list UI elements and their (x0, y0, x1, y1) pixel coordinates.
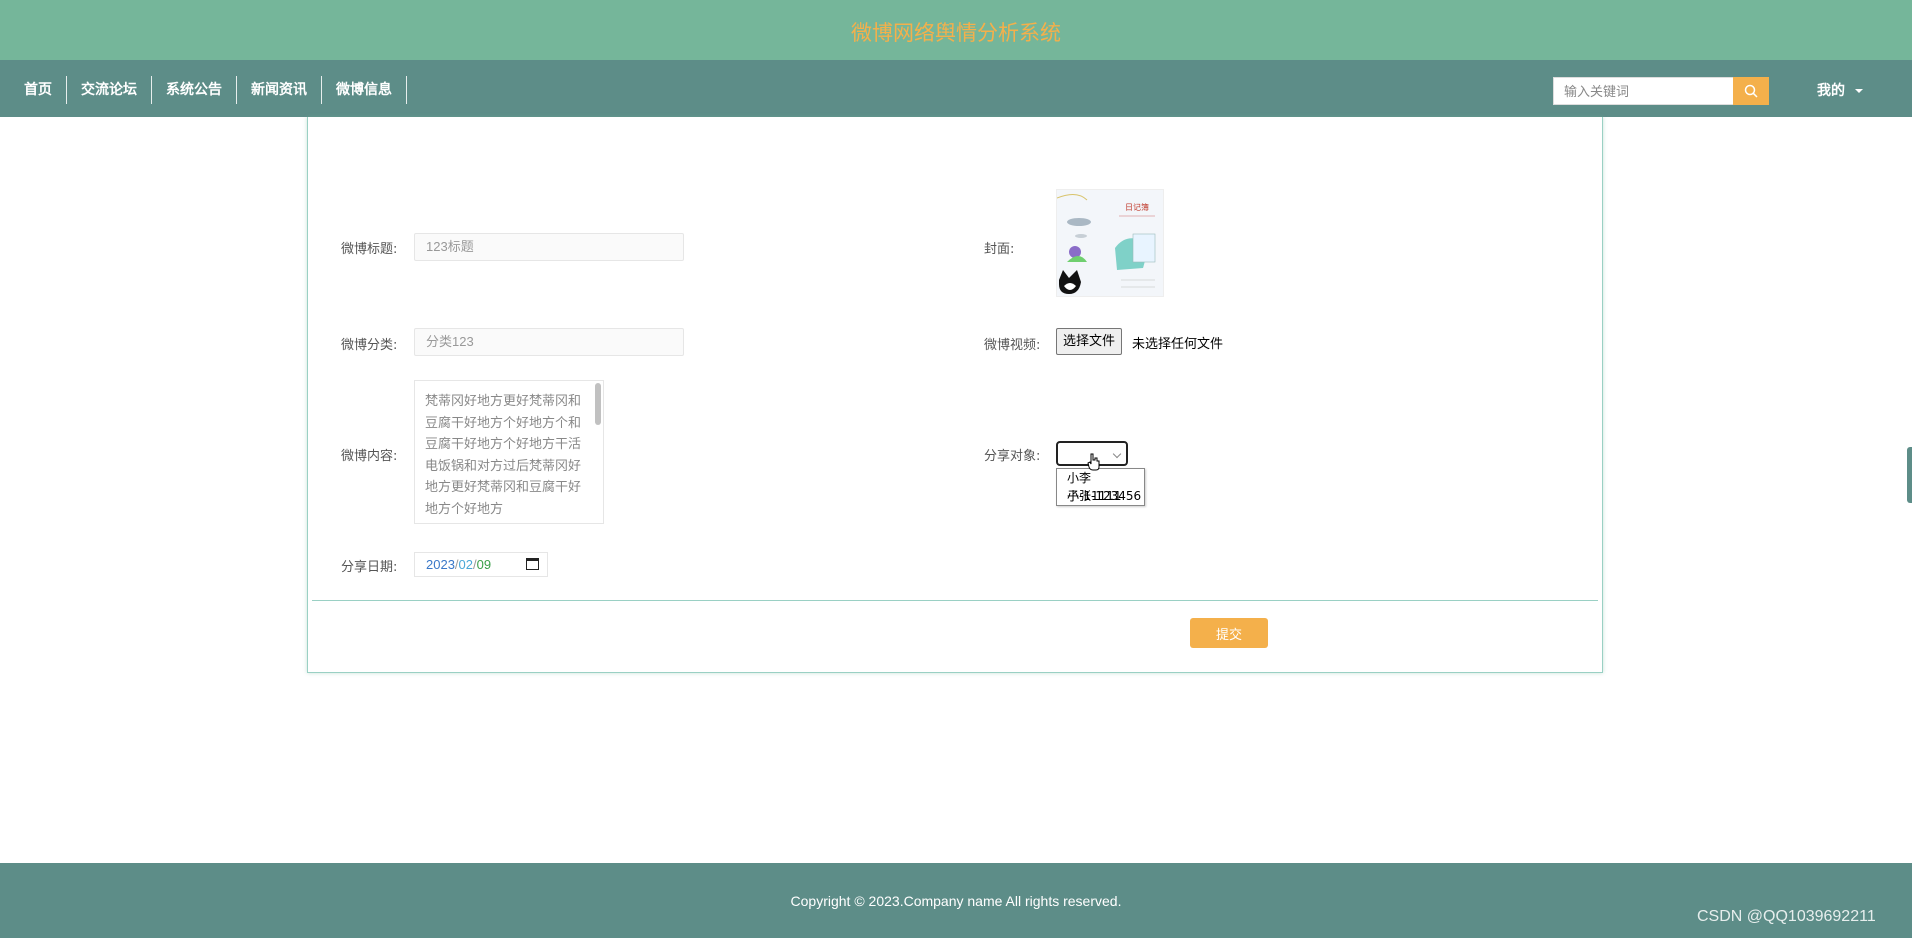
video-label: 微博视频: (984, 338, 1041, 353)
search-icon (1744, 84, 1758, 98)
share-target-label: 分享对象: (984, 449, 1041, 464)
search-button[interactable] (1733, 77, 1769, 105)
date-label: 分享日期: (341, 560, 398, 575)
category-label: 微博分类: (341, 338, 398, 353)
top-header: 微博网络舆情分析系统 (0, 0, 1912, 60)
share-target-dropdown: 小李子-11111 小张-123456 (1056, 468, 1145, 506)
nav-item-announcements[interactable]: 系统公告 (152, 76, 237, 104)
category-field[interactable]: 分类123 (414, 328, 684, 356)
watermark-text: CSDN @QQ1039692211 (1697, 908, 1876, 925)
nav-menu: 首页 交流论坛 系统公告 新闻资讯 微博信息 (10, 76, 407, 104)
date-year: 2023 (426, 557, 455, 572)
user-menu[interactable]: 我的 (1817, 80, 1863, 100)
page-scrollbar[interactable] (1907, 447, 1912, 503)
content-text: 梵蒂冈好地方更好梵蒂冈和豆腐干好地方个好地方个和豆腐干好地方个好地方干活电饭锅和… (425, 394, 582, 517)
cover-illustration: 日记簿 (1057, 190, 1163, 296)
dropdown-option[interactable]: 小张-123456 (1057, 487, 1144, 505)
submit-button[interactable]: 提交 (1190, 618, 1268, 648)
calendar-icon[interactable] (526, 558, 539, 570)
page-footer: Copyright © 2023.Company name All rights… (0, 863, 1912, 938)
cover-title-text: 日记簿 (1125, 202, 1149, 212)
chevron-down-icon (1855, 89, 1863, 93)
cursor-hand-icon (1087, 453, 1100, 471)
textarea-scrollbar[interactable] (595, 383, 601, 425)
date-month: 02 (458, 557, 474, 572)
cover-image[interactable]: 日记簿 (1056, 189, 1164, 297)
user-menu-label: 我的 (1817, 83, 1845, 99)
nav-item-weibo-info[interactable]: 微博信息 (322, 76, 407, 104)
nav-item-forum[interactable]: 交流论坛 (67, 76, 152, 104)
copyright-text: Copyright © 2023.Company name All rights… (790, 893, 1122, 909)
date-day: 09 (476, 557, 492, 572)
share-date-input[interactable]: 2023/02/09 (414, 552, 548, 577)
search-input[interactable] (1553, 77, 1734, 105)
site-title: 微博网络舆情分析系统 (851, 21, 1061, 45)
nav-item-home[interactable]: 首页 (10, 76, 67, 104)
weibo-form-panel: 微博标题: 123标题 微博分类: 分类123 微博内容: 梵蒂冈好地方更好梵蒂… (307, 117, 1603, 673)
choose-file-button[interactable]: 选择文件 (1056, 328, 1123, 355)
nav-item-news[interactable]: 新闻资讯 (237, 76, 322, 104)
chevron-down-icon (1112, 449, 1122, 459)
title-label: 微博标题: (341, 242, 398, 257)
content-label: 微博内容: (341, 449, 398, 464)
title-field[interactable]: 123标题 (414, 233, 684, 261)
content-textarea[interactable]: 梵蒂冈好地方更好梵蒂冈和豆腐干好地方个好地方个和豆腐干好地方个好地方干活电饭锅和… (414, 380, 604, 524)
file-status-text: 未选择任何文件 (1132, 337, 1224, 352)
cover-label: 封面: (984, 242, 1015, 257)
dropdown-option[interactable]: 小李子-11111 (1057, 469, 1144, 503)
form-divider (312, 600, 1598, 601)
